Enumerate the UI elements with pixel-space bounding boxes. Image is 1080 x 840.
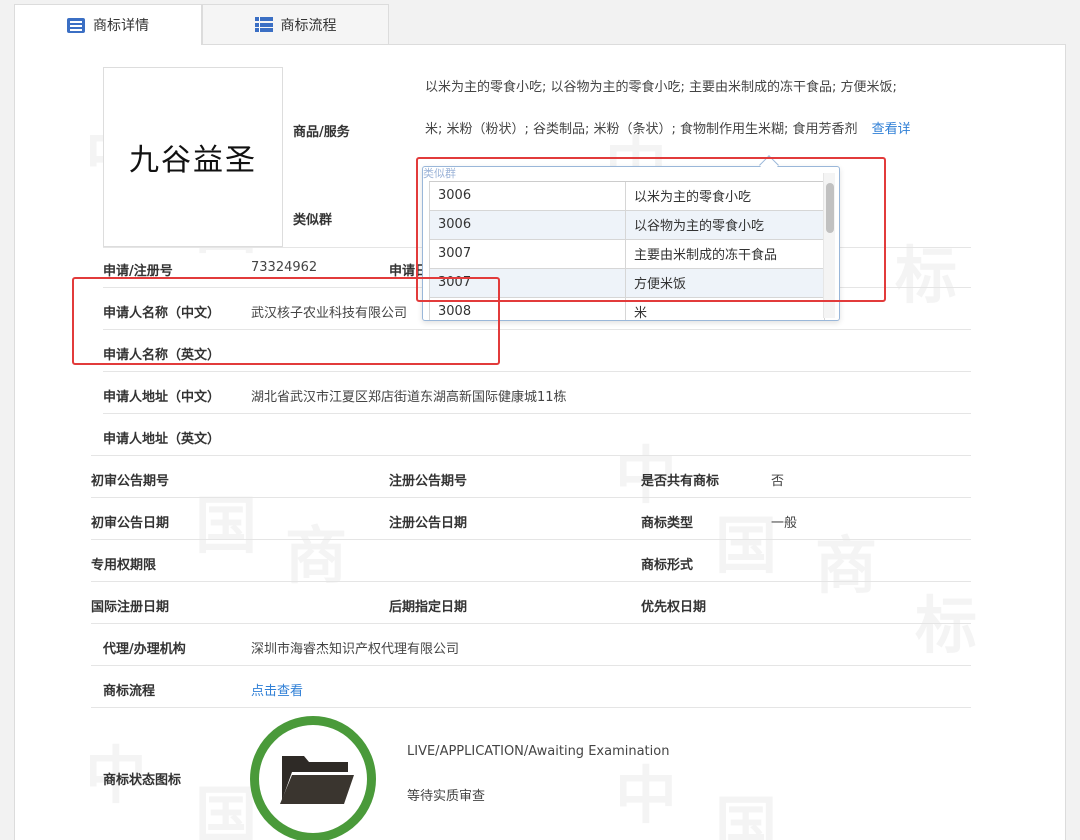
group-code: 3006 <box>429 180 626 211</box>
group-code: 3008 <box>429 296 626 320</box>
similar-group-label: 类似群 <box>293 213 333 228</box>
tm-type-label: 商标类型 <box>641 516 694 531</box>
priority-date-label: 优先权日期 <box>641 600 707 615</box>
tm-type-value: 一般 <box>771 516 798 531</box>
view-details-link[interactable]: 查看详 <box>872 122 911 137</box>
reg-issue-label: 注册公告期号 <box>389 474 468 489</box>
trademark-image: 九谷益圣 <box>103 67 283 247</box>
watermark-glyph: 国 <box>195 765 257 840</box>
tab-trademark-flow[interactable]: 商标流程 <box>202 4 389 44</box>
watermark-glyph: 国 <box>715 495 777 585</box>
group-name: 方便米饭 <box>625 267 825 298</box>
applicant-en-label: 申请人名称（英文） <box>103 348 221 363</box>
status-cn-text: 等待实质审查 <box>407 789 486 804</box>
reg-no-value: 73324962 <box>251 260 318 275</box>
table-row: 3006 以米为主的零食小吃 <box>429 180 825 211</box>
exclusive-period-label: 专用权期限 <box>91 558 157 573</box>
view-flow-link[interactable]: 点击查看 <box>251 680 303 699</box>
watermark-glyph: 国 <box>195 475 257 565</box>
reg-date-label: 申请日期 <box>389 264 425 279</box>
address-en-label: 申请人地址（英文） <box>103 432 221 447</box>
reg-pub-date-label: 注册公告日期 <box>389 516 468 531</box>
table-list-icon <box>254 17 273 32</box>
group-name: 以谷物为主的零食小吃 <box>625 209 825 240</box>
prelim-date-label: 初审公告日期 <box>91 516 170 531</box>
group-name: 米 <box>625 296 825 320</box>
status-icon-label: 商标状态图标 <box>103 773 182 788</box>
intl-reg-date-label: 国际注册日期 <box>91 600 170 615</box>
table-row: 3007 主要由米制成的冻干食品 <box>429 238 825 269</box>
prelim-issue-label: 初审公告期号 <box>91 474 170 489</box>
address-cn-label: 申请人地址（中文） <box>103 390 221 405</box>
tab-label: 商标详情 <box>93 18 149 34</box>
goods-services-line-2: 米; 米粉（粉状）; 谷类制品; 米粉（条状）; 食物制作用生米糊; 食用芳香剂… <box>425 122 911 137</box>
address-cn-value: 湖北省武汉市江夏区郑店街道东湖高新国际健康城11栋 <box>251 390 567 405</box>
tab-bar: 商标详情 商标流程 <box>14 4 389 45</box>
watermark-glyph: 国 <box>715 775 777 840</box>
group-code: 3006 <box>429 209 626 240</box>
similar-group-popup: 类似群 3006 以米为主的零食小吃 3006 以谷物为主的零食小吃 3007 主要由… <box>422 166 840 321</box>
agent-value: 深圳市海睿杰知识产权代理有限公司 <box>251 642 460 657</box>
reg-no-label: 申请/注册号 <box>103 264 173 279</box>
group-code: 3007 <box>429 267 626 298</box>
tab-trademark-details[interactable]: 商标详情 <box>14 4 202 45</box>
group-name: 主要由米制成的冻干食品 <box>625 238 825 269</box>
goods-services-line-1: 以米为主的零食小吃; 以谷物为主的零食小吃; 主要由米制成的冻干食品; 方便米饭… <box>425 80 897 95</box>
agent-label: 代理/办理机构 <box>103 642 186 657</box>
goods-services-label: 商品/服务 <box>293 125 350 140</box>
applicant-cn-label: 申请人名称（中文） <box>103 306 221 321</box>
watermark-glyph: 商 <box>815 515 877 605</box>
table-row: 3008 米 <box>429 296 825 320</box>
shared-label: 是否共有商标 <box>641 474 720 489</box>
table-row: 3006 以谷物为主的零食小吃 <box>429 209 825 240</box>
list-doc-icon <box>67 17 85 33</box>
popup-scrollbar[interactable] <box>823 173 835 318</box>
shared-value: 否 <box>771 474 785 489</box>
applicant-cn-value: 武汉核子农业科技有限公司 <box>251 306 408 321</box>
tm-form-label: 商标形式 <box>641 558 694 573</box>
tab-label: 商标流程 <box>280 17 337 34</box>
popup-header-hint: 类似群 <box>423 167 456 180</box>
table-row: 3007 方便米饭 <box>429 267 825 298</box>
flow-label: 商标流程 <box>103 684 156 699</box>
group-code: 3007 <box>429 238 626 269</box>
folder-open-icon <box>280 756 354 804</box>
similar-group-table: 3006 以米为主的零食小吃 3006 以谷物为主的零食小吃 3007 主要由米制成的… <box>429 167 825 320</box>
popup-scroll-thumb[interactable] <box>826 183 834 233</box>
trademark-detail-panel: 中 国 中 标 中 国 商 标 国 商 中 国 中 国 九谷益圣 商品/服务 以… <box>14 44 1066 840</box>
watermark-glyph: 标 <box>895 225 957 315</box>
group-name: 以米为主的零食小吃 <box>625 180 825 211</box>
watermark-glyph: 标 <box>915 575 977 665</box>
later-designation-label: 后期指定日期 <box>389 600 468 615</box>
trademark-logo-text: 九谷益圣 <box>129 143 257 178</box>
status-en-text: LIVE/APPLICATION/Awaiting Examination <box>407 744 670 759</box>
